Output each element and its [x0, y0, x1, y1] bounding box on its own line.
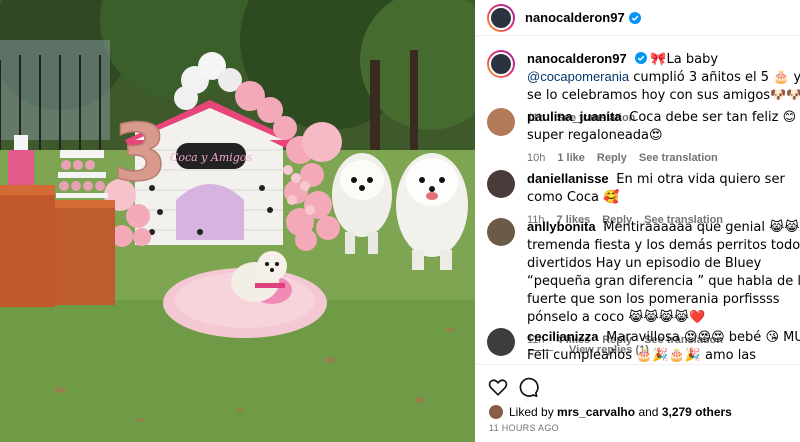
commenter-avatar[interactable] — [487, 218, 515, 246]
post-header: nanocalderon97 — [475, 0, 800, 36]
sign-text: Coca y Amigos — [170, 151, 253, 164]
caption-text-before: 🎀La baby — [650, 52, 719, 67]
caption-author[interactable]: nanocalderon97 — [527, 51, 627, 66]
commenter-name[interactable]: cecilianizza — [527, 329, 599, 344]
comment-likes[interactable]: 1 like — [557, 150, 585, 167]
post-actions: Liked by mrs_carvalho and 3,279 others 1… — [475, 364, 800, 442]
post-photo[interactable]: Coca y Amigos 3 — [0, 0, 475, 442]
likes-count[interactable]: 3,279 others — [662, 405, 732, 419]
number-balloon: 3 — [113, 109, 167, 199]
likes-prefix: Liked by — [509, 405, 554, 419]
likes-middle: and — [638, 405, 659, 419]
header-username[interactable]: nanocalderon97 — [525, 10, 625, 25]
reply-button[interactable]: Reply — [597, 150, 627, 167]
comments-list[interactable]: nanocalderon97 🎀La baby @cocapomerania c… — [475, 42, 800, 364]
comment-meta: 10h 1 like Reply See translation — [527, 150, 800, 167]
likes-summary: Liked by mrs_carvalho and 3,279 others — [489, 405, 732, 419]
verified-badge-icon — [628, 11, 641, 24]
liker-avatar[interactable] — [489, 405, 503, 419]
verified-badge-icon — [634, 52, 647, 64]
commenter-avatar[interactable] — [487, 328, 515, 356]
comment-icon[interactable] — [517, 376, 539, 398]
comment-item: paulina_juanita Coca debe ser tan feliz … — [487, 108, 800, 167]
comment-time: 10h — [527, 152, 546, 164]
commenter-name[interactable]: daniellanisse — [527, 171, 609, 186]
commenter-avatar[interactable] — [487, 108, 515, 136]
heart-icon[interactable] — [487, 376, 509, 398]
commenter-avatar[interactable] — [487, 170, 515, 198]
see-translation-button[interactable]: See translation — [639, 150, 718, 167]
caption-avatar[interactable] — [487, 50, 515, 78]
caption-mention[interactable]: @cocapomerania — [527, 69, 629, 84]
author-avatar[interactable] — [487, 3, 515, 32]
comment-text: Mentiraaaaaa que genial 😹😹 tremenda fies… — [527, 220, 800, 325]
post-timestamp: 11 HOURS AGO — [489, 423, 559, 433]
post-panel: nanocalderon97 nanocalderon97 🎀La baby @… — [475, 0, 800, 442]
party-scene-image: Coca y Amigos 3 — [0, 0, 475, 442]
commenter-name[interactable]: anllybonita — [527, 219, 596, 234]
comment-item: cecilianizza Maravillosa 😍😍😍 bebé 😘 MUY … — [487, 328, 800, 364]
liker-username[interactable]: mrs_carvalho — [557, 405, 635, 419]
commenter-name[interactable]: paulina_juanita — [527, 109, 622, 124]
